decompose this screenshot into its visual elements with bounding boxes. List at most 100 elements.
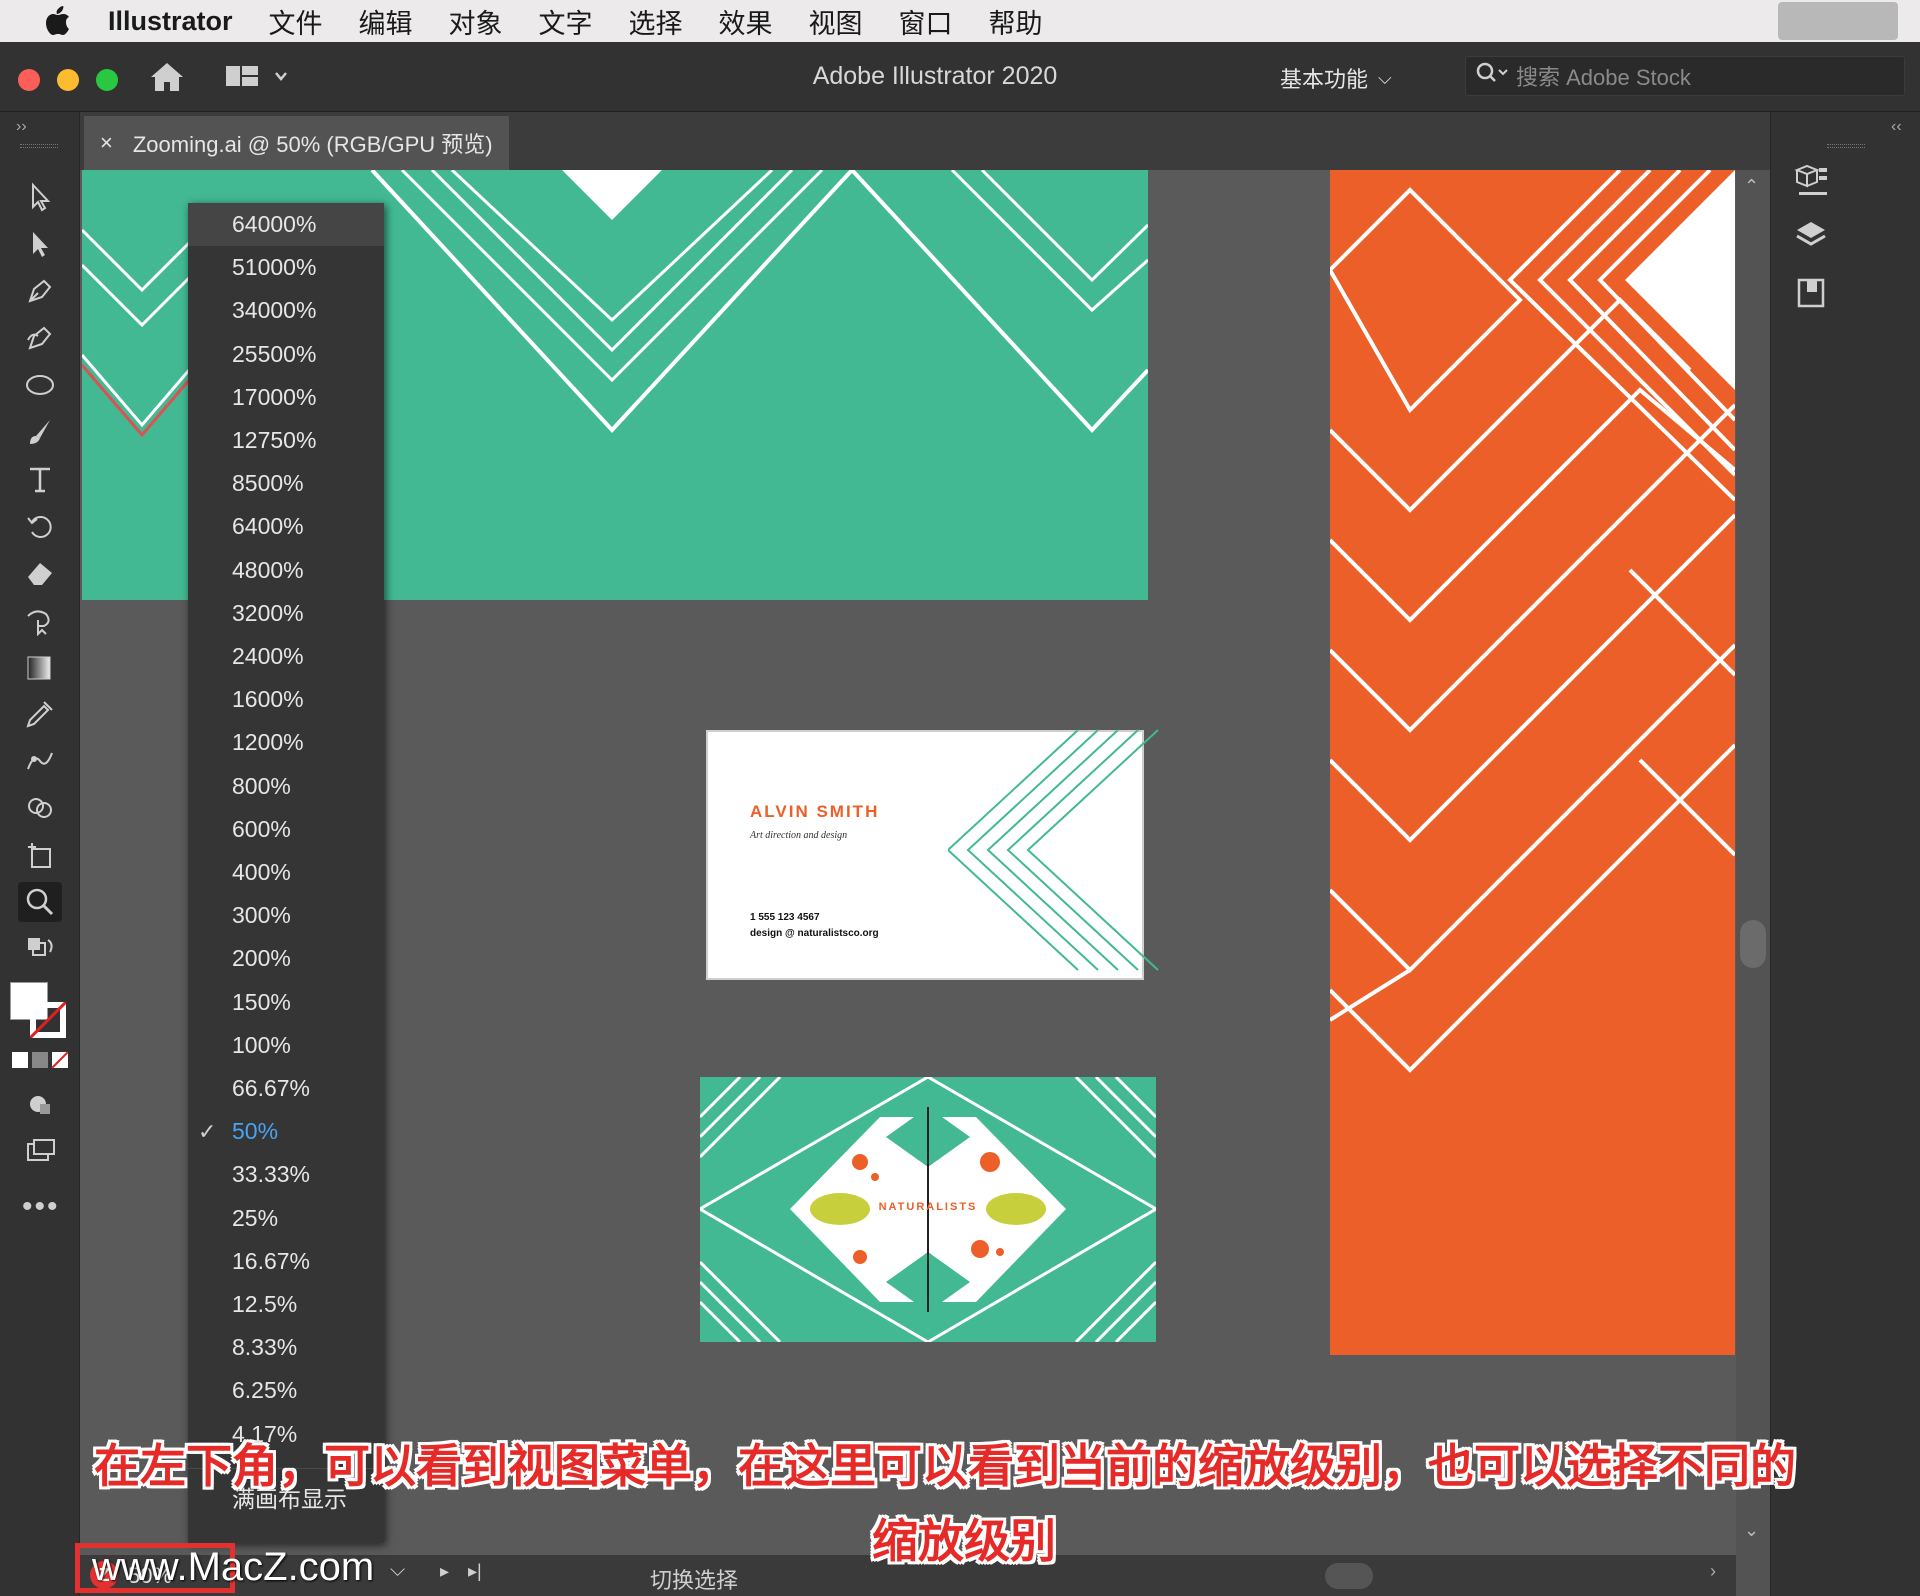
- panel-grip[interactable]: [20, 144, 58, 148]
- more-tools-icon[interactable]: •••: [22, 1190, 60, 1224]
- card-email: design @ naturalistsco.org: [750, 928, 879, 939]
- workspace-switcher[interactable]: 基本功能 ⌵: [1280, 62, 1392, 94]
- last-artboard-icon[interactable]: ▸|: [468, 1561, 482, 1582]
- close-tab-icon[interactable]: ×: [100, 130, 113, 156]
- collapse-panel-icon[interactable]: ‹‹: [1891, 118, 1902, 136]
- search-placeholder: 搜索 Adobe Stock: [1516, 65, 1691, 90]
- zoom-option-label: 16.67%: [232, 1247, 311, 1274]
- zoom-option[interactable]: 64000%: [188, 203, 384, 246]
- menu-edit[interactable]: 编辑: [359, 2, 413, 41]
- zoom-option-label: 600%: [232, 815, 291, 842]
- zoom-option-label: 25%: [232, 1204, 279, 1231]
- zoom-option-label: 300%: [232, 902, 291, 929]
- document-tab[interactable]: × Zooming.ai @ 50% (RGB/GPU 预览): [84, 116, 509, 170]
- caption-line-2: 缩放级别: [872, 1515, 1056, 1567]
- toggle-selection-label[interactable]: 切换选择: [650, 1563, 738, 1595]
- zoom-option[interactable]: 300%: [188, 894, 384, 937]
- artboard-tool-icon[interactable]: [18, 835, 62, 875]
- zoom-option[interactable]: 200%: [188, 937, 384, 980]
- swap-fill-stroke-icon[interactable]: [18, 930, 62, 970]
- expand-panel-icon[interactable]: ››: [16, 118, 27, 136]
- free-transform-tool-icon[interactable]: [18, 600, 62, 640]
- zoom-option[interactable]: 800%: [188, 765, 384, 808]
- fill-stroke-swatches[interactable]: [10, 982, 68, 1038]
- scrollbar-thumb[interactable]: [1740, 920, 1766, 968]
- zoom-option[interactable]: 17000%: [188, 376, 384, 419]
- draw-mode-icon[interactable]: [18, 1084, 62, 1124]
- paintbrush-tool-icon[interactable]: [18, 412, 62, 452]
- zoom-option[interactable]: 100%: [188, 1024, 384, 1067]
- scroll-right-icon[interactable]: ›: [1710, 1561, 1716, 1582]
- artboards-panel-icon[interactable]: [1791, 272, 1831, 312]
- zoom-option[interactable]: 12750%: [188, 419, 384, 462]
- zoom-option-label: 17000%: [232, 383, 317, 410]
- color-mode-icons[interactable]: [12, 1050, 69, 1075]
- rotate-tool-icon[interactable]: [18, 506, 62, 546]
- zoom-option[interactable]: 1200%: [188, 721, 384, 764]
- libraries-panel-icon[interactable]: [1791, 160, 1831, 200]
- pen-tool-icon[interactable]: [18, 271, 62, 311]
- menu-type[interactable]: 文字: [539, 2, 593, 41]
- screen-mode-icon[interactable]: [18, 1130, 62, 1170]
- layers-panel-icon[interactable]: [1791, 216, 1831, 256]
- card-name: ALVIN SMITH: [750, 802, 880, 821]
- zoom-dropdown-chevron-icon[interactable]: ⌵: [390, 1559, 405, 1582]
- zoom-option[interactable]: 3200%: [188, 592, 384, 635]
- zoom-option[interactable]: 51000%: [188, 246, 384, 289]
- zoom-option[interactable]: 600%: [188, 808, 384, 851]
- vertical-scrollbar[interactable]: ⌃ ⌄: [1736, 170, 1770, 1555]
- menu-window[interactable]: 窗口: [899, 2, 953, 41]
- zoom-option[interactable]: 34000%: [188, 289, 384, 332]
- menu-select[interactable]: 选择: [629, 2, 683, 41]
- zoom-option-label: 25500%: [232, 340, 317, 367]
- zoom-option[interactable]: 66.67%: [188, 1067, 384, 1110]
- zoom-option[interactable]: 25%: [188, 1197, 384, 1240]
- menu-view[interactable]: 视图: [809, 2, 863, 41]
- menu-object[interactable]: 对象: [449, 2, 503, 41]
- zoom-option-label: 200%: [232, 945, 291, 972]
- mac-menubar: Illustrator 文件 编辑 对象 文字 选择 效果 视图 窗口 帮助: [0, 0, 1920, 42]
- direct-selection-tool-icon[interactable]: [18, 224, 62, 264]
- curvature-tool-icon[interactable]: [18, 318, 62, 358]
- zoom-option[interactable]: 12.5%: [188, 1283, 384, 1326]
- zoom-option[interactable]: 8.33%: [188, 1326, 384, 1369]
- scroll-down-icon[interactable]: ⌄: [1744, 1520, 1759, 1541]
- zoom-option[interactable]: 25500%: [188, 333, 384, 376]
- panel-grip-right[interactable]: [1827, 144, 1865, 148]
- zoom-option[interactable]: 6.25%: [188, 1369, 384, 1412]
- apple-icon[interactable]: [36, 6, 80, 36]
- zoom-option-label: 150%: [232, 988, 291, 1015]
- menu-effect[interactable]: 效果: [719, 2, 773, 41]
- scroll-up-icon[interactable]: ⌃: [1744, 176, 1759, 197]
- zoom-option[interactable]: 4800%: [188, 549, 384, 592]
- document-tab-label: Zooming.ai @ 50% (RGB/GPU 预览): [132, 132, 493, 157]
- type-tool-icon[interactable]: [18, 459, 62, 499]
- zoom-option[interactable]: 6400%: [188, 505, 384, 548]
- puppet-warp-tool-icon[interactable]: [18, 741, 62, 781]
- zoom-option-label: 34000%: [232, 297, 317, 324]
- next-artboard-icon[interactable]: ▸: [440, 1561, 449, 1582]
- zoom-option[interactable]: ✓ 50%: [188, 1110, 384, 1153]
- eraser-tool-icon[interactable]: [18, 553, 62, 593]
- zoom-option-label: 4800%: [232, 556, 304, 583]
- menu-help[interactable]: 帮助: [989, 2, 1043, 41]
- search-icon: [1476, 61, 1510, 91]
- zoom-option[interactable]: 33.33%: [188, 1153, 384, 1196]
- zoom-option[interactable]: 400%: [188, 851, 384, 894]
- ellipse-tool-icon[interactable]: [18, 365, 62, 405]
- gradient-tool-icon[interactable]: [18, 647, 62, 687]
- zoom-option[interactable]: 16.67%: [188, 1240, 384, 1283]
- zoom-tool-icon[interactable]: [18, 882, 62, 922]
- menu-app-name[interactable]: Illustrator: [108, 6, 233, 37]
- horizontal-scrollbar-thumb[interactable]: [1325, 1563, 1373, 1589]
- zoom-option[interactable]: 8500%: [188, 462, 384, 505]
- menu-file[interactable]: 文件: [269, 2, 323, 41]
- zoom-option[interactable]: 150%: [188, 981, 384, 1024]
- zoom-option[interactable]: 2400%: [188, 635, 384, 678]
- stock-search-input[interactable]: 搜索 Adobe Stock: [1465, 56, 1905, 96]
- selection-tool-icon[interactable]: [18, 177, 62, 217]
- eyedropper-tool-icon[interactable]: [18, 694, 62, 734]
- shape-builder-tool-icon[interactable]: [18, 788, 62, 828]
- zoom-option[interactable]: 1600%: [188, 678, 384, 721]
- logo-brand-text: NATURALISTS: [878, 1201, 978, 1213]
